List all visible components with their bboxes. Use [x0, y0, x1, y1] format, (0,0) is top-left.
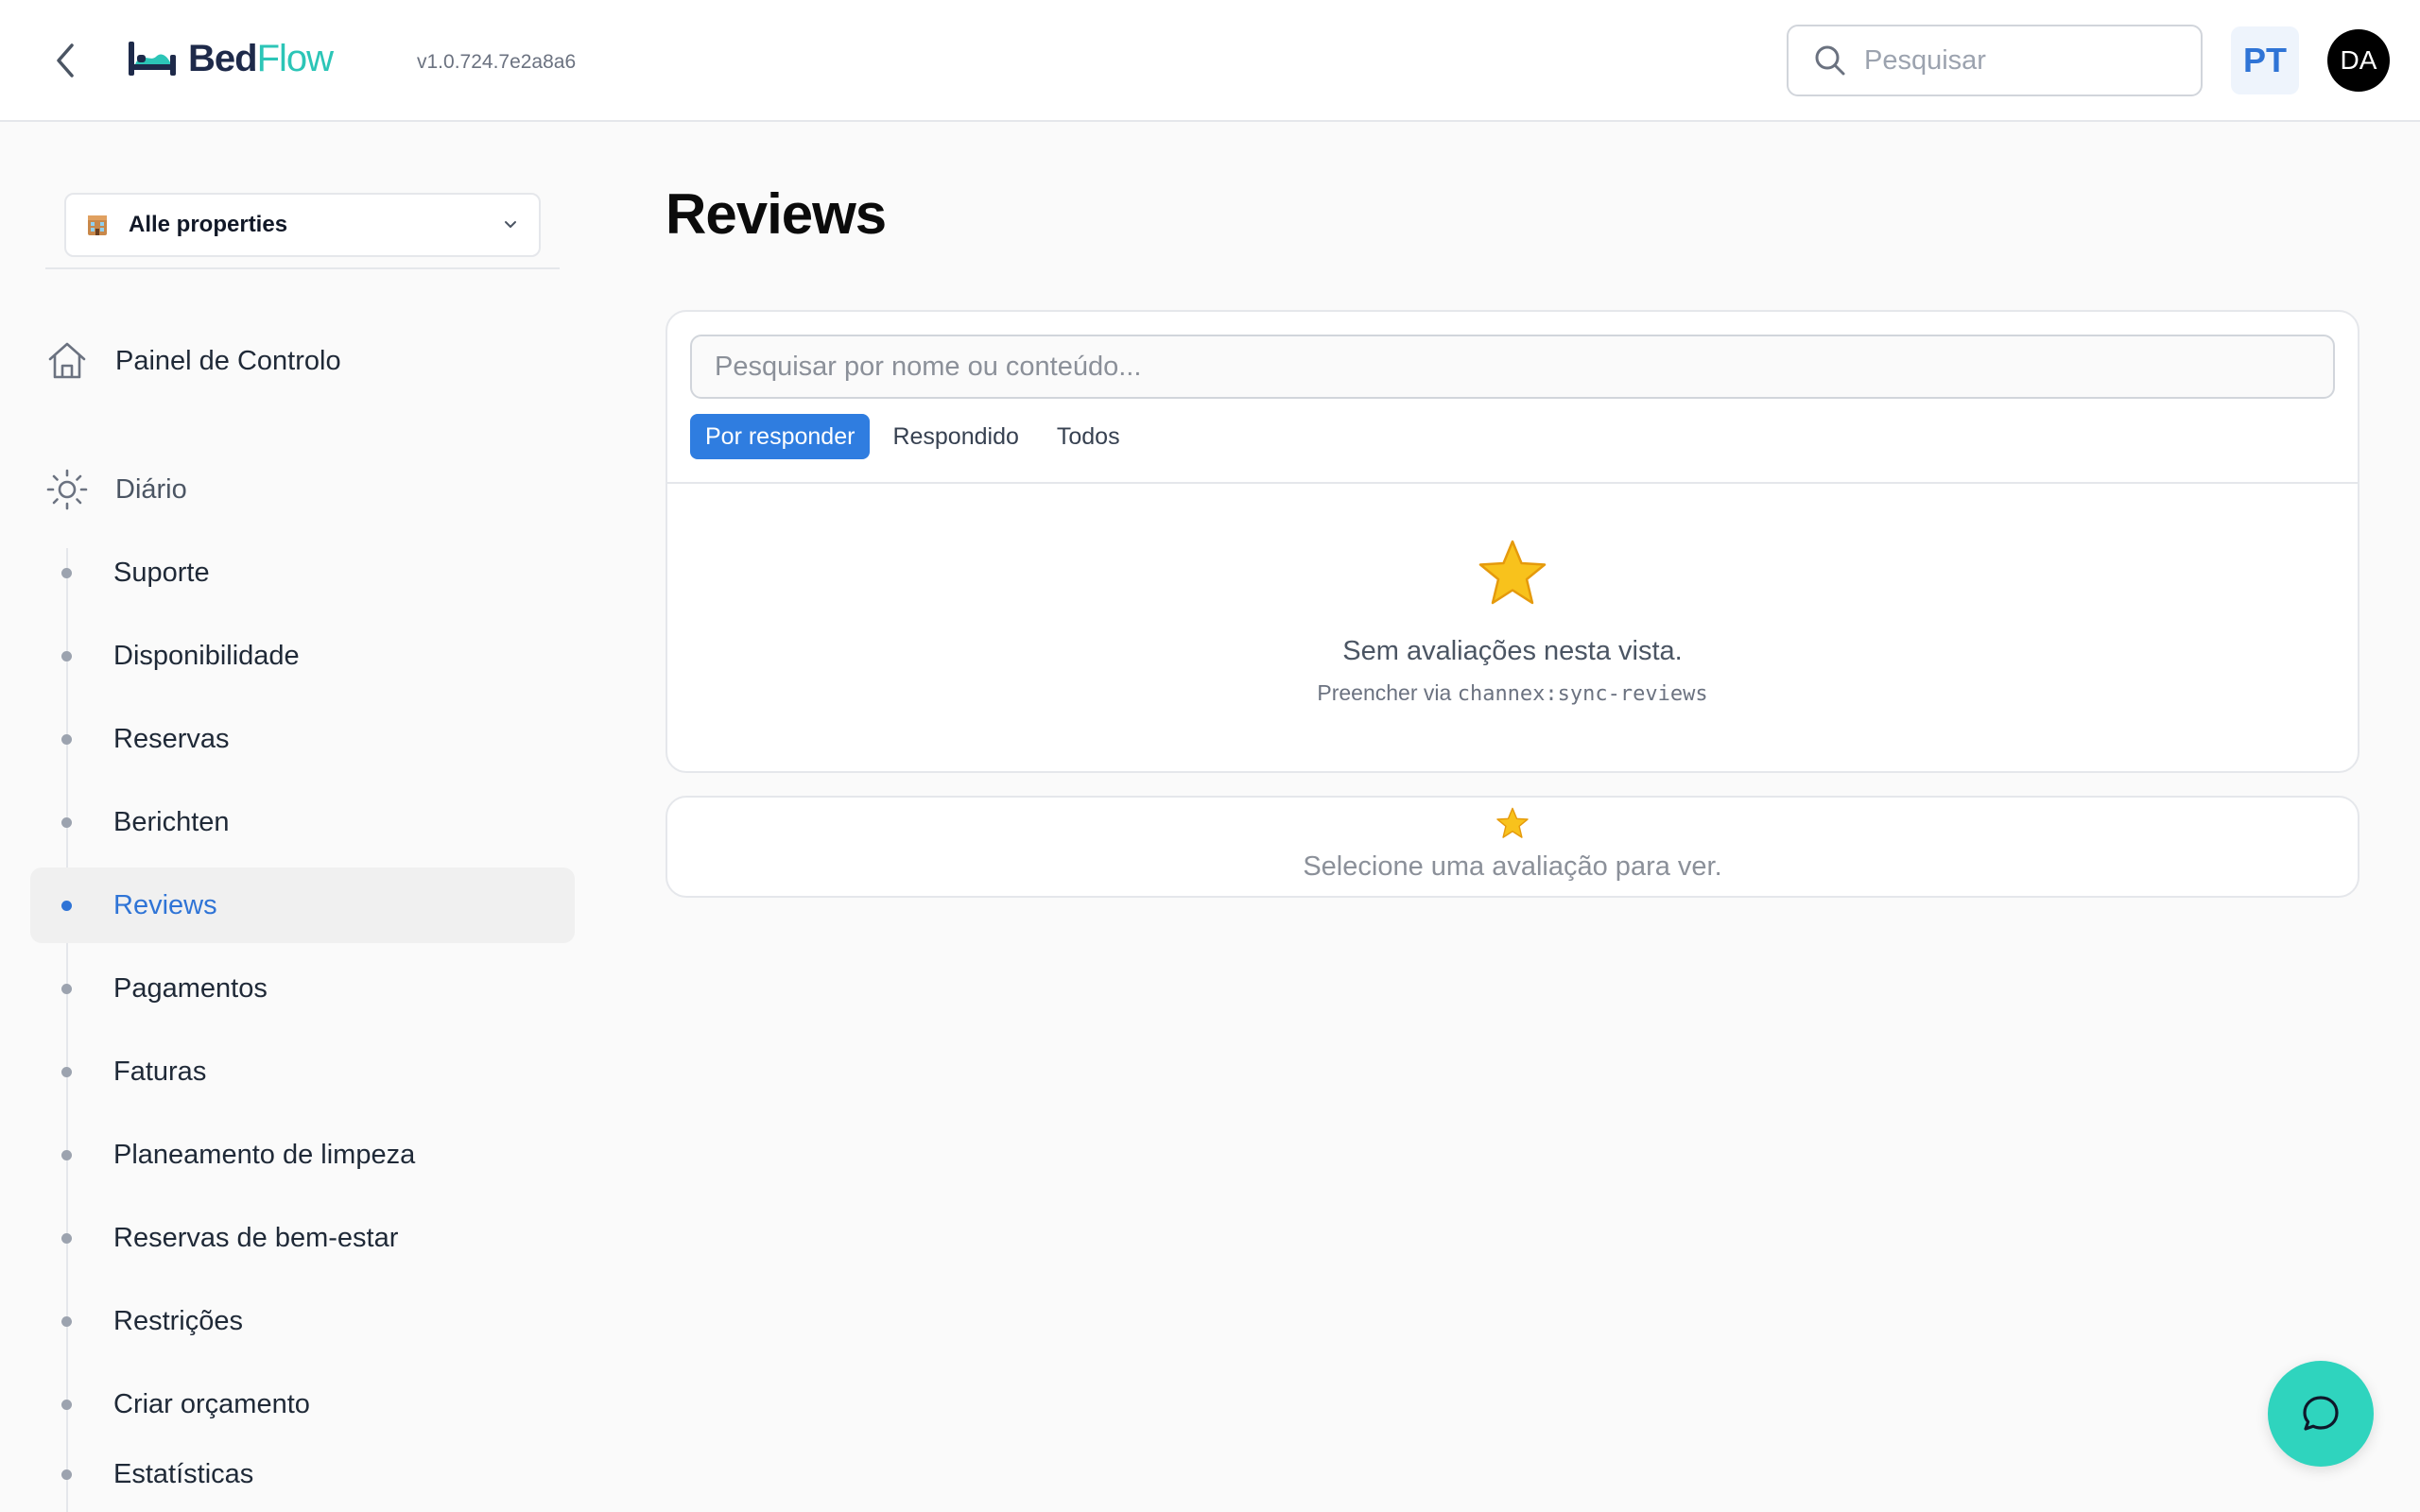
global-search[interactable]: [1787, 25, 2203, 96]
property-selector-label: Alle properties: [129, 212, 288, 237]
filter-tab-respondido[interactable]: Respondido: [877, 414, 1033, 459]
bullet-dot-icon: [61, 651, 72, 662]
sidebar-item-label: Reviews: [113, 889, 217, 920]
sidebar-item-pagamentos[interactable]: Pagamentos: [30, 951, 575, 1026]
sidebar-item-estatisticas[interactable]: Estatísticas: [30, 1436, 575, 1512]
bullet-dot-icon: [61, 734, 72, 745]
sidebar-item-label: Restrições: [113, 1305, 243, 1336]
bed-icon: [129, 42, 176, 76]
sidebar-item-planeamento-limpeza[interactable]: Planeamento de limpeza: [30, 1117, 575, 1193]
language-button[interactable]: PT: [2231, 26, 2299, 94]
sun-icon: [46, 469, 88, 510]
sidebar-item-label: Reservas de bem-estar: [113, 1222, 399, 1253]
sidebar-item-label: Suporte: [113, 557, 210, 588]
sidebar-item-dashboard[interactable]: Painel de Controlo: [45, 333, 341, 389]
bullet-dot-icon: [61, 1233, 72, 1244]
empty-state-message: Sem avaliações nesta vista.: [1342, 636, 1683, 666]
review-search-input[interactable]: [690, 335, 2335, 399]
hotel-emoji: [88, 215, 107, 235]
sidebar-item-label: Estatísticas: [113, 1458, 254, 1489]
page-title: Reviews: [666, 182, 887, 246]
sidebar-item-restricoes[interactable]: Restrições: [30, 1283, 575, 1359]
sidebar-item-label: Reservas: [113, 723, 230, 754]
sidebar-item-reservas[interactable]: Reservas: [30, 701, 575, 777]
property-selector[interactable]: Alle properties: [64, 193, 541, 257]
empty-state-hint: Preencher via channex:sync-reviews: [667, 680, 2358, 706]
sidebar-item-label: Berichten: [113, 806, 230, 837]
back-button[interactable]: [49, 40, 81, 81]
sidebar-divider: [45, 267, 560, 269]
review-detail-card: Selecione uma avaliação para ver.: [666, 796, 2360, 898]
chevron-down-icon: [505, 221, 516, 228]
sidebar-item-label: Painel de Controlo: [115, 345, 341, 376]
review-detail-placeholder: Selecione uma avaliação para ver.: [1303, 851, 1722, 882]
star-emoji: [1496, 807, 1529, 838]
sidebar-item-disponibilidade[interactable]: Disponibilidade: [30, 618, 575, 694]
bullet-dot-icon: [61, 984, 72, 994]
chat-bubble-icon: [2303, 1396, 2339, 1431]
sidebar-item-faturas[interactable]: Faturas: [30, 1034, 575, 1109]
card-divider: [667, 482, 2358, 484]
sidebar-item-berichten[interactable]: Berichten: [30, 784, 575, 860]
chevron-left-icon: [57, 43, 74, 77]
reviews-list-card: Por responder Respondido Todos Sem avali…: [666, 310, 2360, 773]
sidebar-item-label: Planeamento de limpeza: [113, 1139, 416, 1170]
search-icon: [1815, 45, 1845, 76]
sidebar-group-label: Diário: [115, 473, 187, 505]
star-emoji: [1478, 540, 1547, 605]
logo-text-bed: Bed: [188, 37, 258, 79]
empty-state-hint-prefix: Preencher via: [1317, 680, 1458, 705]
user-avatar[interactable]: DA: [2327, 29, 2390, 92]
sidebar-item-label: Pagamentos: [113, 972, 268, 1004]
bullet-dot-icon: [61, 568, 72, 578]
sidebar-item-label: Faturas: [113, 1056, 207, 1087]
sidebar-item-label: Criar orçamento: [113, 1388, 310, 1419]
empty-state-hint-code: channex:sync-reviews: [1457, 682, 1708, 706]
sidebar-item-label: Disponibilidade: [113, 640, 300, 671]
bullet-dot-icon: [61, 1469, 72, 1480]
bullet-dot-icon: [61, 1150, 72, 1160]
sidebar-item-reviews[interactable]: Reviews: [30, 868, 575, 943]
logo-text-flow: Flow: [256, 37, 334, 79]
logo-text: BedFlow: [188, 37, 334, 80]
filter-tab-por-responder[interactable]: Por responder: [690, 414, 871, 459]
top-bar: BedFlow v1.0.724.7e2a8a6 PT DA: [0, 0, 2420, 122]
bullet-dot-icon: [61, 1316, 72, 1327]
bullet-dot-icon: [61, 1400, 72, 1410]
sidebar-item-suporte[interactable]: Suporte: [30, 535, 575, 610]
bullet-dot-icon: [61, 901, 72, 911]
app-version: v1.0.724.7e2a8a6: [417, 51, 577, 73]
bullet-dot-icon: [61, 817, 72, 828]
sidebar-item-criar-orcamento[interactable]: Criar orçamento: [30, 1366, 575, 1442]
filter-tab-todos[interactable]: Todos: [1042, 414, 1135, 459]
bullet-dot-icon: [61, 1067, 72, 1077]
sidebar-group-diario[interactable]: Diário: [45, 461, 187, 518]
sidebar-item-reservas-bem-estar[interactable]: Reservas de bem-estar: [30, 1200, 575, 1276]
review-filter-tabs: Por responder Respondido Todos: [690, 414, 1135, 459]
home-icon: [48, 342, 86, 379]
global-search-input[interactable]: [1864, 44, 2176, 77]
empty-state: Sem avaliações nesta vista. Preencher vi…: [667, 539, 2358, 706]
bedflow-logo[interactable]: BedFlow: [126, 34, 334, 83]
chat-button[interactable]: [2268, 1361, 2374, 1467]
